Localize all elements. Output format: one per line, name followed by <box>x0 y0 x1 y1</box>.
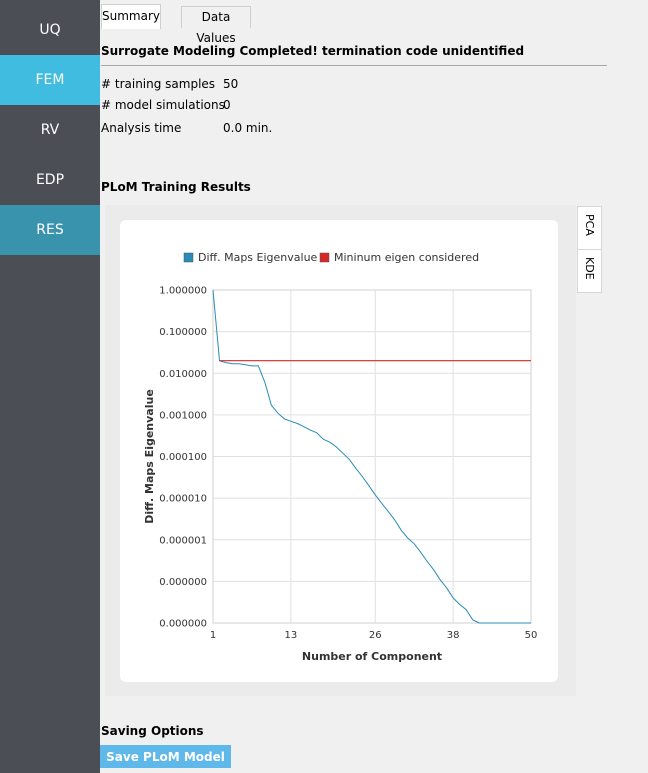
x-tick-label: 26 <box>369 630 382 641</box>
y-tick-label: 1.000000 <box>159 286 207 297</box>
saving-options-title: Saving Options <box>101 724 204 738</box>
y-axis-label: Diff. Maps Eigenvalue <box>143 389 156 524</box>
y-tick-label: 0.000000 <box>159 577 207 588</box>
y-tick-label: 0.010000 <box>159 369 207 380</box>
eigenvalue-chart: 1 13 26 38 50 1.000000 0.100000 0.010000 0.00100… <box>143 251 538 663</box>
sidebar-item-rv[interactable]: RV <box>0 105 100 155</box>
legend-swatch <box>319 252 330 263</box>
x-tick-label: 38 <box>447 630 460 641</box>
y-tick-label: 0.000010 <box>159 494 207 505</box>
save-plom-model-button[interactable]: Save PLoM Model <box>100 745 231 768</box>
legend-swatch <box>183 252 194 263</box>
sidebar: UQ FEM RV EDP RES <box>0 0 100 773</box>
tab-summary[interactable]: Summary <box>101 4 161 29</box>
legend-label: Diff. Maps Eigenvalue <box>198 251 318 264</box>
tab-pca[interactable]: PCA <box>577 206 602 250</box>
divider <box>101 65 607 66</box>
y-tick-label: 0.000100 <box>159 452 207 463</box>
tab-data-values[interactable]: Data Values <box>181 6 251 45</box>
x-tick-label: 50 <box>525 630 538 641</box>
x-axis-label: Number of Component <box>302 650 442 663</box>
y-tick-label: 0.000000 <box>159 619 207 630</box>
tab-kde[interactable]: KDE <box>577 249 602 293</box>
summary-heading: Surrogate Modeling Completed! terminatio… <box>101 44 525 58</box>
training-samples-value: 50 <box>223 77 239 91</box>
tab-pca-label: PCA <box>583 214 596 236</box>
training-samples-label: # training samples <box>101 77 216 91</box>
plom-results-title: PLoM Training Results <box>101 180 251 194</box>
x-tick-label: 13 <box>285 630 298 641</box>
analysis-time-value: 0.0 min. <box>223 121 273 135</box>
sidebar-item-res[interactable]: RES <box>0 205 100 255</box>
tab-kde-label: KDE <box>583 257 596 280</box>
y-tick-label: 0.001000 <box>159 410 207 421</box>
sidebar-item-edp[interactable]: EDP <box>0 155 100 205</box>
x-tick-label: 1 <box>210 630 216 641</box>
y-tick-label: 0.000001 <box>159 535 207 546</box>
model-simulations-value: 0 <box>223 98 231 112</box>
y-tick-label: 0.100000 <box>159 327 207 338</box>
model-simulations-label: # model simulations <box>101 98 225 112</box>
analysis-time-label: Analysis time <box>101 121 182 135</box>
sidebar-item-fem[interactable]: FEM <box>0 55 100 105</box>
sidebar-item-uq[interactable]: UQ <box>0 5 100 55</box>
legend-label: Mininum eigen considered <box>334 251 479 264</box>
